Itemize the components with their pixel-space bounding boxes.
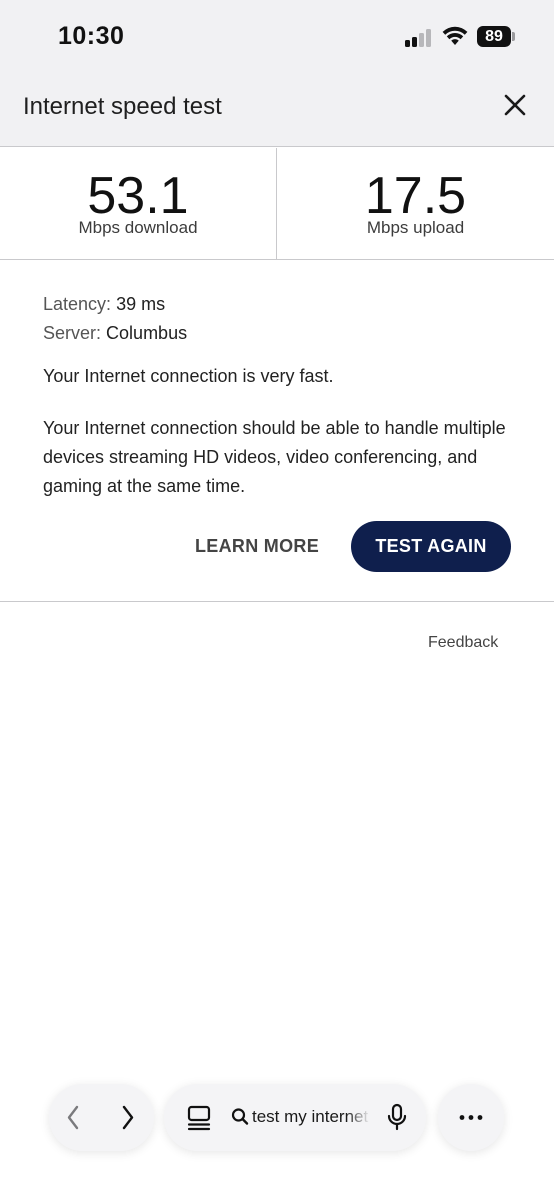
battery-indicator: 89 bbox=[477, 26, 511, 47]
upload-panel: 17.5 Mbps upload bbox=[277, 148, 554, 259]
server-label: Server: bbox=[43, 323, 102, 343]
server-value: Columbus bbox=[106, 323, 188, 343]
battery-nub bbox=[512, 32, 515, 41]
upload-speed-unit: Mbps upload bbox=[366, 218, 465, 237]
connection-details: Latency: 39 ms Server: Columbus bbox=[43, 290, 513, 348]
microphone-icon[interactable] bbox=[384, 1084, 410, 1151]
cellular-signal-icon bbox=[405, 29, 435, 47]
latency-label: Latency: bbox=[43, 294, 112, 314]
server-row: Server: Columbus bbox=[43, 319, 513, 348]
download-speed-value: 53.1 bbox=[87, 167, 189, 225]
search-input[interactable]: test my internet speed bbox=[252, 1107, 370, 1129]
search-pill[interactable]: test my internet speed bbox=[164, 1084, 426, 1151]
section-divider bbox=[0, 601, 554, 602]
status-bar: 10:30 89 bbox=[0, 0, 554, 70]
more-pill[interactable] bbox=[438, 1084, 504, 1151]
upload-speed-value: 17.5 bbox=[364, 167, 467, 225]
latency-row: Latency: 39 ms bbox=[43, 290, 513, 319]
status-time: 10:30 bbox=[58, 22, 125, 50]
more-icon[interactable] bbox=[455, 1084, 487, 1151]
tabs-icon[interactable] bbox=[184, 1084, 214, 1151]
learn-more-button[interactable]: LEARN MORE bbox=[186, 525, 328, 567]
wifi-icon bbox=[442, 26, 468, 45]
download-speed-unit: Mbps download bbox=[78, 218, 198, 237]
latency-value: 39 ms bbox=[116, 294, 166, 314]
page-title: Internet speed test bbox=[23, 93, 222, 120]
back-icon[interactable] bbox=[61, 1084, 85, 1151]
close-icon[interactable] bbox=[500, 90, 530, 120]
speed-test-page: 10:30 89 Internet speed test 53.1 Mbps d… bbox=[0, 0, 554, 1200]
forward-icon[interactable] bbox=[116, 1084, 140, 1151]
speed-description: Your Internet connection should be able … bbox=[43, 418, 506, 496]
feedback-link[interactable]: Feedback bbox=[428, 634, 498, 652]
speed-summary: Your Internet connection is very fast. bbox=[43, 366, 334, 386]
top-bar: 10:30 89 Internet speed test bbox=[0, 0, 554, 147]
navigation-pill bbox=[49, 1084, 154, 1151]
speed-results: 53.1 Mbps download 17.5 Mbps upload bbox=[0, 148, 554, 260]
download-panel: 53.1 Mbps download bbox=[0, 148, 277, 259]
test-again-button[interactable]: TEST AGAIN bbox=[351, 521, 511, 572]
search-icon bbox=[231, 1108, 249, 1125]
